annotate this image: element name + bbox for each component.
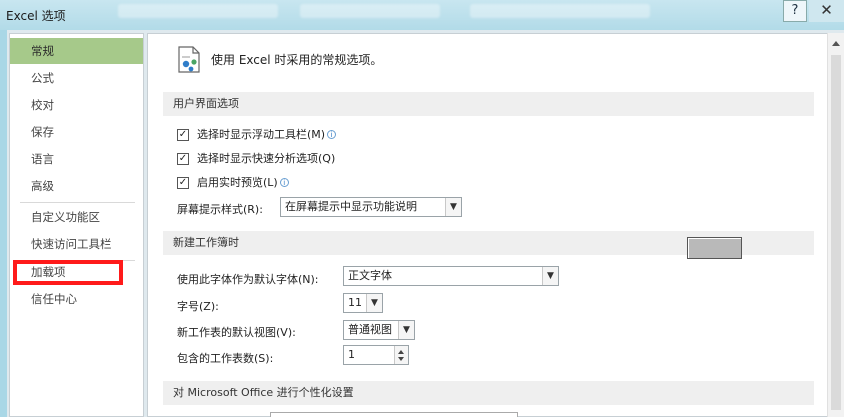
options-nav: 常规 公式 校对 保存 语言 高级 自定义功能区 快速访问工具栏 加载项 信任中… [9, 33, 144, 417]
chevron-down-icon: ▼ [398, 321, 414, 339]
chevron-down-icon: ▼ [445, 198, 461, 216]
user-name-input[interactable] [270, 412, 518, 417]
sheet-count-spinner[interactable]: 1 [343, 345, 409, 365]
sheet-count-label: 包含的工作表数(S): [177, 352, 274, 365]
nav-item-trust-center[interactable]: 信任中心 [10, 286, 143, 312]
section-personalize-office: 对 Microsoft Office 进行个性化设置 [163, 381, 814, 405]
nav-divider [20, 202, 135, 203]
gray-color-swatch [687, 237, 742, 259]
section-ui-options: 用户界面选项 [163, 92, 814, 116]
live-preview-checkbox[interactable]: ✓ [177, 177, 189, 189]
add-ins-highlight-box [13, 260, 123, 285]
default-font-label: 使用此字体作为默认字体(N): [177, 273, 319, 286]
default-view-label: 新工作表的默认视图(V): [177, 326, 296, 339]
mini-toolbar-checkbox[interactable]: ✓ [177, 129, 189, 141]
sheet-count-value: 1 [348, 348, 355, 361]
close-button[interactable]: ✕ [809, 0, 844, 22]
chevron-down-icon: ▼ [366, 294, 382, 312]
live-preview-label: 启用实时预览(L) [197, 176, 278, 189]
spin-up-icon[interactable] [398, 350, 404, 354]
help-button[interactable]: ? [783, 0, 807, 22]
quick-analysis-label: 选择时显示快速分析选项(Q) [197, 152, 336, 165]
scroll-up-icon[interactable] [832, 41, 840, 46]
chevron-down-icon: ▼ [542, 267, 558, 285]
nav-item-customize-ribbon[interactable]: 自定义功能区 [10, 204, 143, 230]
scroll-thumb[interactable] [831, 55, 841, 410]
font-size-select[interactable]: 11 ▼ [343, 293, 383, 313]
blurred-ribbon-2 [300, 4, 440, 18]
nav-item-formulas[interactable]: 公式 [10, 65, 143, 91]
default-view-value: 普通视图 [348, 323, 392, 336]
title-bar: Excel 选项 ? ✕ [0, 0, 844, 30]
default-view-select[interactable]: 普通视图 ▼ [343, 320, 415, 340]
nav-item-language[interactable]: 语言 [10, 146, 143, 172]
spinner-buttons[interactable] [394, 346, 408, 364]
general-options-icon [178, 46, 200, 73]
nav-item-general[interactable]: 常规 [10, 38, 143, 64]
font-size-value: 11 [348, 296, 362, 309]
nav-item-save[interactable]: 保存 [10, 119, 143, 145]
nav-item-advanced[interactable]: 高级 [10, 173, 143, 199]
default-font-select[interactable]: 正文字体 ▼ [343, 266, 559, 286]
nav-item-proofing[interactable]: 校对 [10, 92, 143, 118]
nav-item-quick-access-toolbar[interactable]: 快速访问工具栏 [10, 231, 143, 257]
screentip-style-value: 在屏幕提示中显示功能说明 [285, 200, 417, 213]
info-icon[interactable]: i [327, 130, 337, 139]
font-size-label: 字号(Z): [177, 300, 219, 313]
mini-toolbar-label: 选择时显示浮动工具栏(M) [197, 128, 326, 141]
content-scrollbar[interactable] [827, 33, 844, 417]
window-title: Excel 选项 [6, 9, 66, 23]
blurred-ribbon [118, 4, 278, 18]
default-font-value: 正文字体 [348, 269, 392, 282]
blurred-ribbon-3 [470, 4, 650, 18]
page-description: 使用 Excel 时采用的常规选项。 [211, 53, 383, 67]
screentip-style-select[interactable]: 在屏幕提示中显示功能说明 ▼ [280, 197, 462, 217]
screentip-style-label: 屏幕提示样式(R): [177, 203, 263, 216]
spin-down-icon[interactable] [398, 357, 404, 361]
info-icon[interactable]: i [279, 178, 289, 187]
quick-analysis-checkbox[interactable]: ✓ [177, 153, 189, 165]
